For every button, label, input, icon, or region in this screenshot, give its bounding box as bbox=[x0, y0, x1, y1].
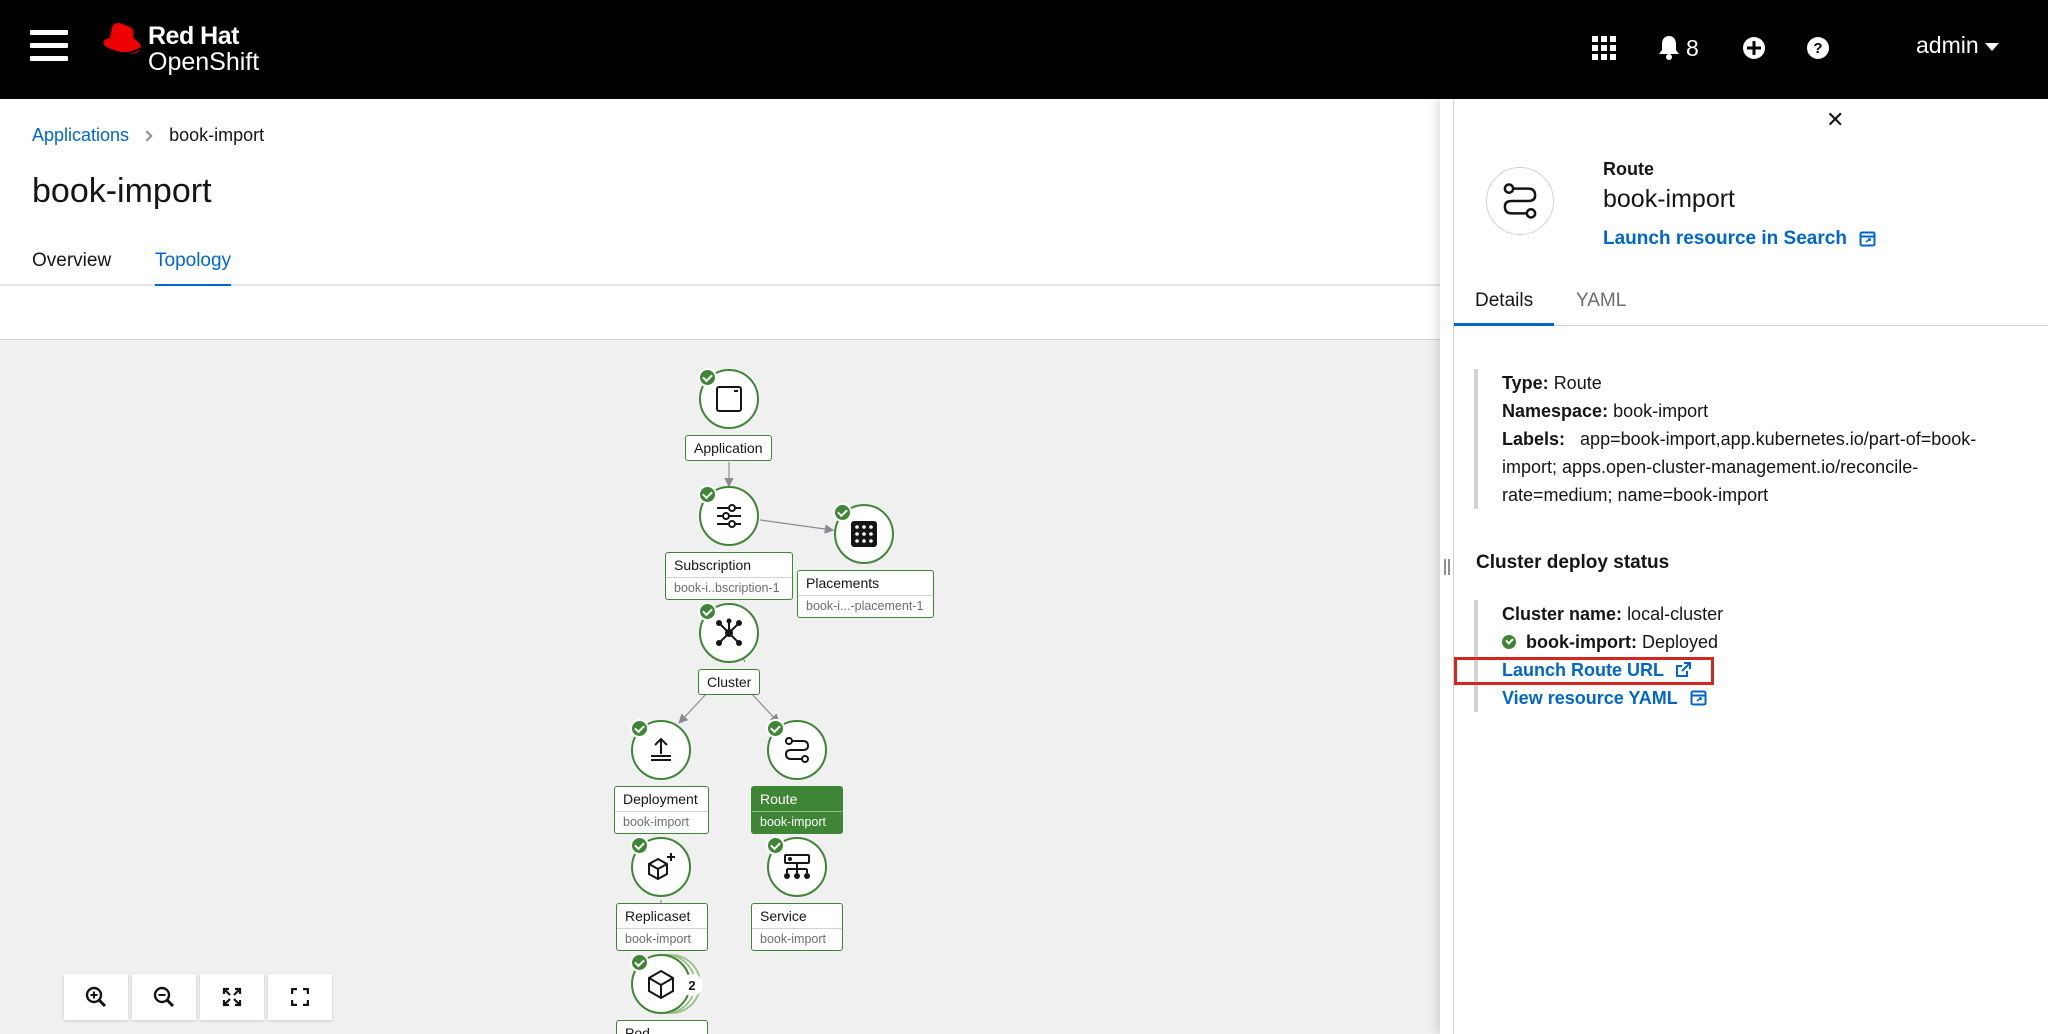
zoom-controls bbox=[64, 974, 336, 1020]
brand-line-1: Red Hat bbox=[148, 22, 239, 50]
user-name: admin bbox=[1916, 32, 1979, 58]
topology-label-pod[interactable]: Pod bbox=[616, 1020, 708, 1034]
resource-name: book-import bbox=[1603, 185, 1735, 213]
topology-node-service[interactable] bbox=[766, 836, 827, 897]
status-check-icon bbox=[698, 485, 717, 504]
resource-kind: Route bbox=[1603, 159, 1654, 179]
detail-type: Type: Route bbox=[1502, 373, 1602, 393]
panel-tabs: Details YAML bbox=[1454, 280, 2048, 326]
bell-icon bbox=[1659, 36, 1679, 60]
status-check-icon bbox=[766, 836, 785, 855]
expand-button[interactable] bbox=[268, 974, 332, 1020]
open-in-new-window-icon bbox=[1690, 690, 1707, 706]
expand-icon bbox=[291, 988, 309, 1006]
panel-resize-handle[interactable] bbox=[1440, 99, 1454, 1034]
status-check-icon bbox=[630, 953, 649, 972]
grip-icon bbox=[1444, 559, 1450, 575]
route-icon-badge bbox=[1486, 167, 1554, 235]
topology-node-pod[interactable]: 2 bbox=[630, 953, 703, 1014]
topology-label-route[interactable]: Route book-import bbox=[751, 786, 843, 834]
success-check-icon bbox=[1502, 635, 1516, 649]
breadcrumb: Applications book-import bbox=[32, 125, 264, 146]
topology-node-cluster[interactable] bbox=[698, 602, 759, 663]
deployment-upload-icon bbox=[651, 737, 671, 761]
tab-topology[interactable]: Topology bbox=[155, 250, 232, 287]
svg-text:?: ? bbox=[1813, 40, 1822, 57]
tab-yaml[interactable]: YAML bbox=[1576, 290, 1626, 323]
status-check-icon bbox=[698, 602, 717, 621]
help-icon[interactable]: ? bbox=[1806, 30, 1830, 66]
topology-label-cluster[interactable]: Cluster bbox=[698, 669, 761, 695]
topology-label-service[interactable]: Service book-import bbox=[751, 903, 843, 951]
subscription-filter-icon bbox=[717, 504, 741, 528]
caret-down-icon bbox=[1984, 42, 1999, 51]
tab-overview[interactable]: Overview bbox=[32, 250, 111, 284]
breadcrumb-current: book-import bbox=[169, 125, 265, 145]
detail-labels: Labels: app=book-import,app.kubernetes.i… bbox=[1502, 429, 1977, 505]
menu-icon[interactable] bbox=[30, 30, 68, 64]
topology-label-placements[interactable]: Placements book-i...-placement-1 bbox=[797, 570, 934, 618]
status-check-icon bbox=[630, 719, 649, 738]
topology-label-replicaset[interactable]: Replicaset book-import bbox=[616, 903, 708, 951]
topology-node-placements[interactable] bbox=[833, 503, 894, 564]
topology-node-subscription[interactable] bbox=[698, 485, 759, 546]
chevron-right-icon bbox=[141, 129, 153, 142]
pod-count-badge: 2 bbox=[681, 974, 703, 996]
close-icon[interactable]: ✕ bbox=[1826, 109, 1844, 131]
topology-label-application[interactable]: Application bbox=[685, 435, 772, 461]
status-check-icon bbox=[833, 503, 852, 522]
zoom-out-icon bbox=[153, 986, 175, 1008]
zoom-out-button[interactable] bbox=[132, 974, 196, 1020]
topology-node-route[interactable] bbox=[766, 719, 827, 780]
view-resource-yaml-link[interactable]: View resource YAML bbox=[1502, 684, 1708, 712]
zoom-in-icon bbox=[85, 986, 107, 1008]
cluster-name-row: Cluster name: local-cluster bbox=[1502, 604, 1724, 624]
highlight-box bbox=[1454, 657, 1714, 685]
status-check-icon bbox=[630, 836, 649, 855]
replicaset-cube-plus-icon bbox=[648, 853, 675, 881]
notification-count: 8 bbox=[1686, 34, 1699, 61]
notifications-button[interactable]: 8 bbox=[1658, 30, 1699, 66]
cluster-icon bbox=[716, 618, 742, 646]
service-icon bbox=[784, 854, 810, 879]
topology-label-subscription[interactable]: Subscription book-i..bscription-1 bbox=[665, 552, 793, 600]
resource-details: Type: Route Namespace: book-import Label… bbox=[1474, 369, 2026, 509]
topology-toolbar bbox=[0, 286, 1440, 340]
detail-namespace: Namespace: book-import bbox=[1502, 401, 1709, 421]
brand-line-2: OpenShift bbox=[148, 48, 260, 76]
pod-cube-icon bbox=[648, 969, 674, 1000]
zoom-in-button[interactable] bbox=[64, 974, 128, 1020]
status-check-icon bbox=[698, 368, 717, 387]
breadcrumb-applications-link[interactable]: Applications bbox=[32, 125, 129, 146]
topology-label-deployment[interactable]: Deployment book-import bbox=[614, 786, 709, 834]
apps-grid-icon[interactable] bbox=[1592, 30, 1616, 66]
topology-node-deployment[interactable] bbox=[630, 719, 691, 780]
resource-status-row: book-import: Deployed bbox=[1502, 628, 1874, 656]
placements-grid-icon bbox=[851, 521, 877, 547]
topology-canvas[interactable]: Application Subscription book-i..bscript… bbox=[0, 340, 1440, 1034]
tab-details[interactable]: Details bbox=[1454, 290, 1555, 326]
cluster-deploy-status: Cluster name: local-cluster book-import:… bbox=[1474, 600, 1874, 712]
cluster-deploy-status-title: Cluster deploy status bbox=[1476, 552, 1670, 573]
page-tabs: Overview Topology bbox=[0, 240, 1440, 287]
masthead: Red Hat OpenShift 8 ? admin bbox=[0, 0, 2048, 99]
open-in-new-window-icon bbox=[1859, 231, 1876, 247]
user-menu[interactable]: admin bbox=[1916, 32, 1999, 59]
red-hat-icon bbox=[99, 23, 141, 55]
topology-node-replicaset[interactable] bbox=[630, 836, 691, 897]
route-icon bbox=[784, 737, 810, 763]
page-title: book-import bbox=[32, 172, 212, 210]
fit-to-screen-button[interactable] bbox=[200, 974, 264, 1020]
launch-resource-in-search-link[interactable]: Launch resource in Search bbox=[1603, 228, 1877, 250]
application-icon bbox=[716, 386, 742, 412]
status-check-icon bbox=[766, 719, 785, 738]
fit-to-screen-icon bbox=[222, 987, 242, 1007]
topology-node-application[interactable] bbox=[698, 368, 759, 429]
plus-circle-icon[interactable] bbox=[1742, 30, 1766, 66]
route-icon bbox=[1503, 183, 1537, 219]
